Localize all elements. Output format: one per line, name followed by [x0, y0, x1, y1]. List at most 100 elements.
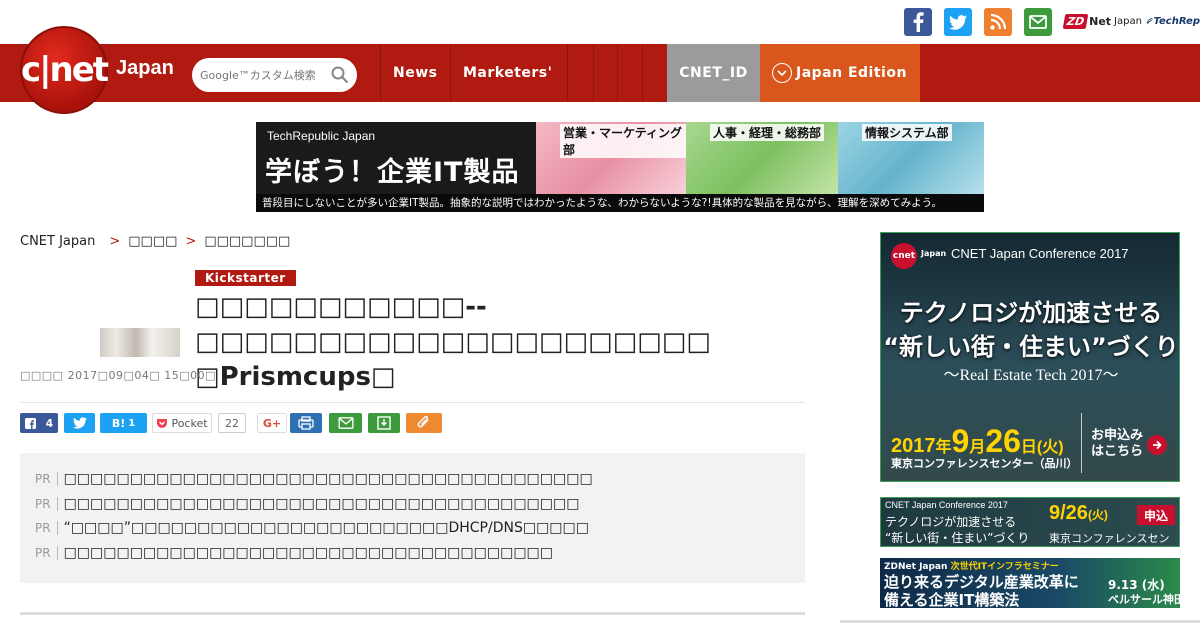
mail-icon: [337, 417, 354, 429]
breadcrumb-separator: >: [185, 234, 197, 249]
divider: [20, 612, 805, 615]
pocket-icon: [157, 418, 168, 428]
techrepublic-logo[interactable]: TechRep: [1146, 10, 1200, 32]
facebook-icon[interactable]: [904, 8, 932, 36]
breadcrumb: CNET Japan > □□□□ > □□□□□□□: [20, 234, 290, 249]
ad-apply-line2: はこちら: [1091, 444, 1144, 459]
pocket-button[interactable]: Pocket: [152, 413, 212, 433]
chevron-down-icon: [772, 63, 792, 83]
ad2-date-value: 9/26: [1049, 502, 1088, 524]
ad-subtitle: ～Real Estate Tech 2017～: [943, 367, 1119, 384]
article-thumbnail[interactable]: [100, 328, 180, 357]
ad-title: CNET Japan Conference 2017: [951, 246, 1129, 261]
search-icon[interactable]: [331, 66, 349, 84]
facebook-share-count: 4: [45, 416, 54, 430]
zdnet-name: Net: [1089, 14, 1112, 28]
zdnet-region: Japan: [1114, 15, 1142, 27]
banner-panel-label: 営業・マーケティング部: [560, 124, 686, 158]
cnet-logo[interactable]: c|net: [20, 26, 109, 114]
nav-divider: [642, 44, 643, 102]
cnet-logo-japan: Japan: [116, 57, 174, 79]
main-nav: [0, 44, 1200, 102]
pr-link[interactable]: PR □□□□□□□□□□□□□□□□□□□□□□□□□□□□□□□□□□□□□: [35, 544, 553, 562]
nav-divider: [567, 44, 568, 102]
download-icon: [377, 416, 391, 430]
banner-panel-label: 人事・経理・総務部: [710, 124, 825, 141]
edition-selector[interactable]: Japan Edition: [760, 44, 920, 102]
top-social-bar: ZD Net Japan TechRep: [0, 0, 1200, 44]
paperclip-icon: [417, 416, 429, 428]
pr-link[interactable]: PR □□□□□□□□□□□□□□□□□□□□□□□□□□□□□□□□□□□□□□…: [35, 495, 579, 513]
breadcrumb-home[interactable]: CNET Japan: [20, 234, 95, 249]
rss-icon[interactable]: [984, 8, 1012, 36]
print-icon: [298, 416, 314, 430]
pr-link[interactable]: PR “□□□□”□□□□□□□□□□□□□□□□□□□□□□□□DHCP/DNS…: [35, 519, 589, 537]
facebook-share-button[interactable]: 4: [20, 413, 58, 433]
search-input[interactable]: [200, 68, 330, 82]
nav-link-news[interactable]: News: [393, 44, 437, 102]
pr-link-text: □□□□□□□□□□□□□□□□□□□□□□□□□□□□□□□□□□□□□: [63, 545, 553, 561]
banner-panel-label: 情報システム部: [862, 124, 952, 141]
ad-headline-line2: “新しい街・住まい”づくり: [883, 333, 1179, 361]
pr-link-text: □□□□□□□□□□□□□□□□□□□□□□□□□□□□□□□□□□□□□□□: [63, 496, 580, 512]
mail-share-button[interactable]: [329, 413, 362, 433]
ad2-date-dow: (火): [1087, 508, 1108, 522]
article-title-line2: □Prismcups□: [195, 362, 396, 392]
ad-date-month: 9: [951, 423, 970, 459]
sidebar-ad-conference[interactable]: cnet Japan CNET Japan Conference 2017 テク…: [880, 232, 1180, 482]
breadcrumb-level1[interactable]: □□□□: [128, 234, 177, 249]
pr-links-box: PR □□□□□□□□□□□□□□□□□□□□□□□□□□□□□□□□□□□□□□…: [20, 453, 805, 583]
ad2-venue: 東京コンファレンスセンター: [1049, 532, 1170, 545]
ad-divider: [1081, 413, 1082, 473]
search-box[interactable]: [192, 58, 357, 92]
pr-label: PR: [35, 472, 58, 486]
facebook-icon: [24, 417, 36, 429]
pocket-count: 22: [218, 413, 246, 433]
mail-icon[interactable]: [1024, 8, 1052, 36]
ad2-apply-button[interactable]: 申込: [1137, 505, 1175, 525]
breadcrumb-separator: >: [109, 234, 121, 249]
pr-link-text: □□□□□□□□□□□□□□□□□□□□□□□□□□□□□□□□□□□□□□□□: [63, 471, 593, 487]
ad-headline-line1: テクノロジが加速させる: [899, 299, 1163, 327]
banner-headline: 学ぼう！企業IT製品: [265, 157, 520, 188]
ad-apply-text: お申込み はこちら: [1091, 428, 1143, 460]
ad2-title: CNET Japan Conference 2017: [885, 500, 1008, 510]
ad-cnet-logo-japan: Japan: [921, 249, 947, 258]
ad2-line2: “新しい街・住まい”づくり: [885, 531, 1030, 545]
banner-panel-sales: 営業・マーケティング部: [536, 122, 686, 194]
ad-date-year-unit: 年: [935, 439, 952, 456]
print-button[interactable]: [290, 413, 322, 433]
techrepublic-swirl-icon: [1146, 17, 1153, 24]
pr-link[interactable]: PR □□□□□□□□□□□□□□□□□□□□□□□□□□□□□□□□□□□□□□…: [35, 470, 593, 488]
hatena-bookmark-button[interactable]: B! 1: [100, 413, 147, 433]
cnet-id-button[interactable]: CNET_ID: [667, 44, 760, 102]
article-title-line1: □□□□□□□□□□□--□□□□□□□□□□□□□□□□□□□□□: [195, 292, 711, 357]
article-tag[interactable]: Kickstarter: [195, 270, 296, 286]
edition-label: Japan Edition: [796, 65, 907, 81]
ad2-date: 9/26(火): [1049, 502, 1108, 525]
sidebar-ad-seminar[interactable]: ZDNet Japan 次世代ITインフラセミナー 迫り来るデジタル産業改革に …: [880, 558, 1180, 608]
pocket-label: Pocket: [171, 416, 208, 430]
save-button[interactable]: [368, 413, 400, 433]
twitter-icon[interactable]: [944, 8, 972, 36]
hatena-count: 1: [128, 417, 136, 429]
ad-date-day: 26: [985, 423, 1021, 459]
nav-link-marketers[interactable]: Marketers': [463, 44, 552, 102]
ad-date-month-unit: 月: [969, 439, 986, 456]
banner-footer-text: 普段目にしないことが多い企業IT製品。抽象的な説明ではわかったような、わからない…: [256, 194, 984, 212]
ad-date-year: 2017: [891, 435, 936, 457]
sidebar-ad-conference-small[interactable]: CNET Japan Conference 2017 テクノロジが加速させる “…: [880, 497, 1180, 547]
pr-label: PR: [35, 497, 58, 511]
arrow-right-icon: [1147, 435, 1167, 455]
pr-label: PR: [35, 546, 58, 560]
ad3-line2: 備える企業IT構築法: [884, 591, 1020, 608]
banner-ad[interactable]: TechRepublic Japan 学ぼう！企業IT製品 営業・マーケティング…: [256, 122, 984, 212]
google-plus-button[interactable]: G+: [257, 413, 287, 433]
ad-apply-line1: お申込み: [1091, 428, 1144, 443]
pr-label: PR: [35, 521, 58, 535]
nav-divider: [617, 44, 618, 102]
breadcrumb-level2[interactable]: □□□□□□□: [204, 234, 290, 249]
twitter-share-button[interactable]: [64, 413, 95, 433]
clip-button[interactable]: [406, 413, 442, 433]
zdnet-japan-logo[interactable]: ZD Net Japan: [1062, 10, 1142, 32]
